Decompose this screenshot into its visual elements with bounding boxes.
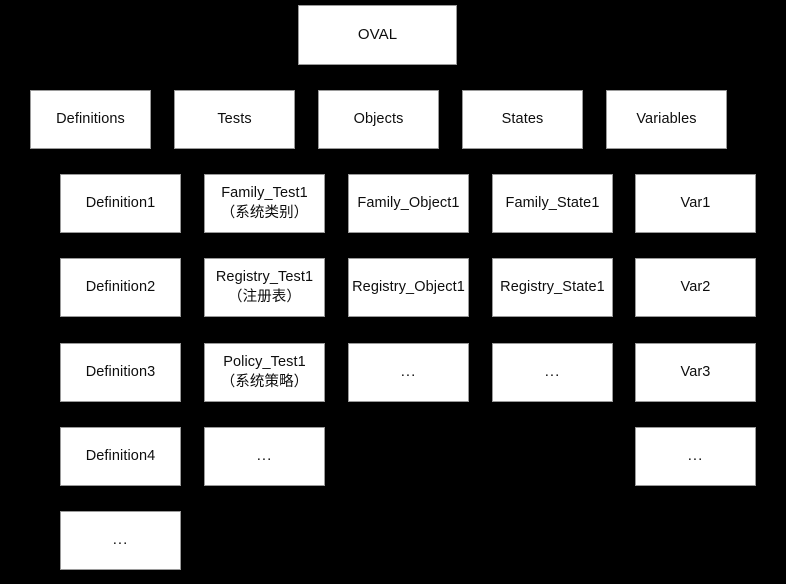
- node-label: ...: [256, 447, 273, 465]
- node-label: ...: [112, 531, 129, 549]
- node-definition-3[interactable]: Definition3: [60, 343, 181, 402]
- node-label: Registry_Test1: [215, 268, 314, 285]
- node-var-more[interactable]: ...: [635, 427, 756, 486]
- node-sublabel: （系统类别）: [220, 204, 309, 221]
- node-label: Objects: [353, 110, 404, 127]
- node-definition-1[interactable]: Definition1: [60, 174, 181, 233]
- node-variables[interactable]: Variables: [606, 90, 727, 149]
- node-label: Definition3: [85, 363, 156, 380]
- node-label: OVAL: [357, 25, 398, 43]
- node-states[interactable]: States: [462, 90, 583, 149]
- node-label: Registry_Object1: [352, 278, 465, 295]
- node-test-more[interactable]: ...: [204, 427, 325, 486]
- node-label: Definitions: [56, 110, 125, 127]
- node-oval[interactable]: OVAL: [298, 5, 457, 65]
- node-objects[interactable]: Objects: [318, 90, 439, 149]
- node-label: Definition4: [85, 447, 156, 464]
- node-sublabel: （系统策略）: [220, 373, 309, 390]
- node-label: ...: [544, 363, 561, 381]
- node-definition-4[interactable]: Definition4: [60, 427, 181, 486]
- node-label: Registry_State1: [500, 278, 605, 295]
- node-tests[interactable]: Tests: [174, 90, 295, 149]
- node-label: ...: [687, 447, 704, 465]
- node-var-1[interactable]: Var1: [635, 174, 756, 233]
- node-label: Variables: [636, 110, 697, 127]
- node-family-test-1[interactable]: Family_Test1 （系统类别）: [204, 174, 325, 233]
- node-sublabel: （注册表）: [228, 288, 301, 305]
- node-object-more[interactable]: ...: [348, 343, 469, 402]
- node-registry-state-1[interactable]: Registry_State1: [492, 258, 613, 317]
- node-label: Family_Object1: [357, 194, 460, 211]
- node-registry-test-1[interactable]: Registry_Test1 （注册表）: [204, 258, 325, 317]
- node-label: Policy_Test1: [223, 353, 306, 370]
- node-family-state-1[interactable]: Family_State1: [492, 174, 613, 233]
- node-label: ...: [400, 363, 417, 381]
- node-var-3[interactable]: Var3: [635, 343, 756, 402]
- node-state-more[interactable]: ...: [492, 343, 613, 402]
- node-definition-more[interactable]: ...: [60, 511, 181, 570]
- node-registry-object-1[interactable]: Registry_Object1: [348, 258, 469, 317]
- node-family-object-1[interactable]: Family_Object1: [348, 174, 469, 233]
- node-label: Tests: [217, 110, 252, 127]
- diagram-canvas: OVAL Definitions Tests Objects States Va…: [0, 0, 786, 584]
- node-label: States: [501, 110, 544, 127]
- node-policy-test-1[interactable]: Policy_Test1 （系统策略）: [204, 343, 325, 402]
- node-label: Var3: [680, 363, 711, 380]
- node-var-2[interactable]: Var2: [635, 258, 756, 317]
- node-label: Definition2: [85, 278, 156, 295]
- node-label: Family_Test1: [221, 184, 308, 201]
- node-label: Definition1: [85, 194, 156, 211]
- node-label: Family_State1: [505, 194, 600, 211]
- node-label: Var1: [680, 194, 711, 211]
- node-definitions[interactable]: Definitions: [30, 90, 151, 149]
- node-definition-2[interactable]: Definition2: [60, 258, 181, 317]
- node-label: Var2: [680, 278, 711, 295]
